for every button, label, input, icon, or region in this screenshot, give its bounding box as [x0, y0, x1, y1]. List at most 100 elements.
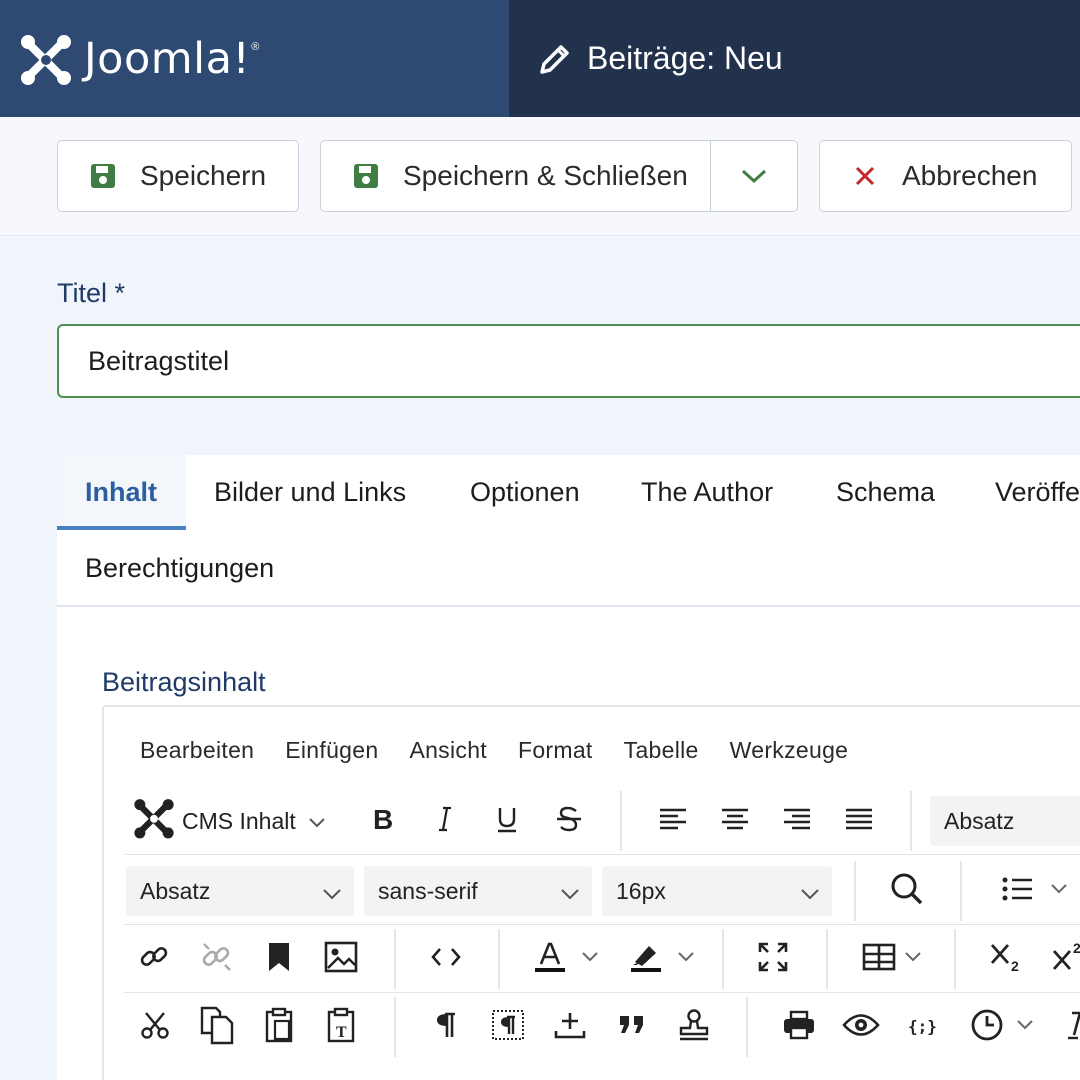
tab-bilder-und-links[interactable]: Bilder und Links — [214, 477, 406, 508]
insert-datetime-button[interactable] — [960, 993, 1044, 1061]
menu-einfuegen[interactable]: Einfügen — [285, 737, 378, 764]
clear-format-icon — [1062, 1010, 1080, 1045]
tab-optionen[interactable]: Optionen — [470, 477, 580, 508]
visual-chars-button[interactable] — [421, 993, 471, 1061]
menu-werkzeuge[interactable]: Werkzeuge — [730, 737, 849, 764]
search-replace-button[interactable] — [882, 857, 932, 925]
bold-icon: B — [371, 804, 395, 837]
close-icon — [854, 165, 876, 187]
svg-text:2: 2 — [1011, 958, 1019, 973]
toolbar-separator — [960, 861, 962, 921]
cut-button[interactable] — [130, 993, 180, 1061]
text-color-button[interactable] — [524, 925, 608, 993]
toolbar-row-1: CMS Inhalt B Absatz — [124, 787, 1080, 855]
cancel-button[interactable]: Abbrechen — [819, 140, 1072, 212]
toolbar-separator — [746, 997, 748, 1057]
brand-area[interactable]: Joomla! ® — [0, 0, 509, 117]
chevron-down-icon — [560, 880, 580, 907]
blockquote-button[interactable] — [607, 993, 657, 1061]
fullscreen-icon — [757, 941, 789, 978]
unlink-button[interactable] — [192, 925, 242, 993]
template-button[interactable]: {;} — [898, 993, 948, 1061]
justify-icon — [844, 807, 874, 836]
preview-button[interactable] — [836, 993, 886, 1061]
align-center-button[interactable] — [710, 787, 760, 855]
tab-the-author[interactable]: The Author — [641, 477, 773, 508]
toolbar-separator — [498, 929, 500, 989]
font-family-select[interactable]: sans-serif — [364, 866, 592, 916]
clear-formatting-button[interactable] — [1052, 993, 1080, 1061]
highlight-color-button[interactable] — [620, 925, 704, 993]
menu-format[interactable]: Format — [518, 737, 593, 764]
toolbar-separator — [394, 997, 396, 1057]
title-field-label: Titel * — [57, 278, 126, 308]
bookmark-icon — [266, 941, 292, 978]
app-header: Joomla! ® Beiträge: Neu — [0, 0, 1080, 117]
insert-button[interactable] — [545, 993, 595, 1061]
save-button-label: Speichern — [140, 160, 267, 191]
title-input[interactable] — [57, 324, 1080, 398]
tab-inhalt[interactable]: Inhalt — [85, 477, 157, 508]
menu-tabelle[interactable]: Tabelle — [624, 737, 699, 764]
strikethrough-button[interactable] — [544, 787, 594, 855]
table-button[interactable] — [850, 925, 934, 993]
show-blocks-icon — [491, 1009, 525, 1046]
paste-as-text-button[interactable]: T — [316, 993, 366, 1061]
search-icon — [890, 872, 924, 911]
superscript-button[interactable]: 2 — [1044, 925, 1080, 993]
bullet-list-icon — [1002, 876, 1036, 907]
underline-button[interactable] — [482, 787, 532, 855]
chevron-down-icon — [1050, 882, 1068, 900]
paragraph-format-select[interactable]: Absatz — [126, 866, 354, 916]
toolbar-separator — [954, 929, 956, 989]
toolbar-row-2: Absatz sans-serif 16px — [124, 857, 1080, 925]
svg-text:T: T — [336, 1024, 347, 1041]
bold-button[interactable]: B — [358, 787, 408, 855]
source-code-button[interactable] — [421, 925, 471, 993]
stamp-button[interactable] — [669, 993, 719, 1061]
italic-button[interactable] — [420, 787, 470, 855]
strikethrough-icon — [555, 805, 583, 838]
tab-veroeffentlichung[interactable]: Veröffe — [995, 477, 1080, 508]
align-left-icon — [658, 807, 688, 836]
block-format-select[interactable]: Absatz — [930, 796, 1080, 846]
table-icon — [862, 943, 896, 976]
copy-button[interactable] — [192, 993, 242, 1061]
tab-schema[interactable]: Schema — [836, 477, 935, 508]
save-icon — [353, 163, 379, 189]
print-button[interactable] — [774, 993, 824, 1061]
cut-icon — [140, 1010, 170, 1045]
font-size-value: 16px — [616, 877, 666, 904]
align-left-button[interactable] — [648, 787, 698, 855]
image-button[interactable] — [316, 925, 366, 993]
menu-ansicht[interactable]: Ansicht — [409, 737, 487, 764]
toolbar-separator — [394, 929, 396, 989]
font-size-select[interactable]: 16px — [602, 866, 832, 916]
fullscreen-button[interactable] — [748, 925, 798, 993]
clock-icon — [970, 1008, 1004, 1047]
template-icon: {;} — [907, 1013, 939, 1042]
bullet-list-button[interactable] — [990, 857, 1080, 925]
align-right-button[interactable] — [772, 787, 822, 855]
save-button[interactable]: Speichern — [57, 140, 299, 212]
superscript-icon: 2 — [1051, 940, 1080, 978]
cms-content-dropdown[interactable]: CMS Inhalt — [132, 787, 326, 855]
save-options-dropdown[interactable] — [710, 141, 797, 211]
subscript-button[interactable]: 2 — [982, 925, 1032, 993]
align-center-icon — [720, 807, 750, 836]
print-icon — [782, 1010, 816, 1045]
show-blocks-button[interactable] — [483, 993, 533, 1061]
menu-bearbeiten[interactable]: Bearbeiten — [140, 737, 254, 764]
tab-berechtigungen[interactable]: Berechtigungen — [85, 553, 274, 584]
paste-button[interactable] — [254, 993, 304, 1061]
save-close-button[interactable]: Speichern & Schließen — [320, 140, 798, 212]
paste-text-icon: T — [326, 1007, 356, 1048]
page-title: Beiträge: Neu — [587, 40, 783, 76]
link-button[interactable] — [130, 925, 180, 993]
svg-text:B: B — [373, 806, 393, 832]
editor-menubar: Bearbeiten Einfügen Ansicht Format Tabel… — [140, 737, 879, 764]
bookmark-button[interactable] — [254, 925, 304, 993]
active-tab-indicator — [57, 526, 186, 530]
content-panel: Inhalt Bilder und Links Optionen The Aut… — [57, 455, 1080, 1080]
justify-button[interactable] — [834, 787, 884, 855]
